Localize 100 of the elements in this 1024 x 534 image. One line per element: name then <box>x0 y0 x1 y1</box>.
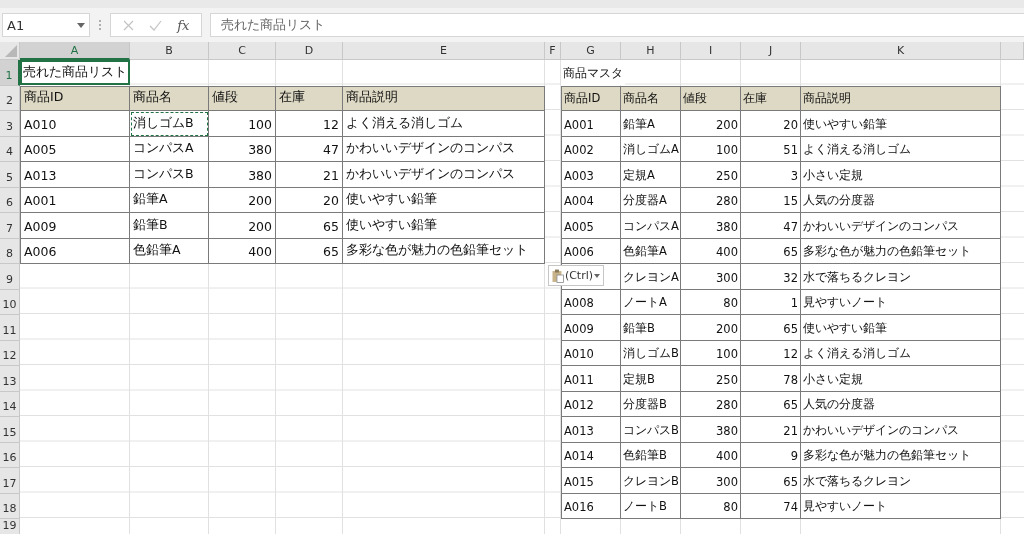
row-header[interactable]: 16 <box>0 442 20 468</box>
column-header[interactable]: J <box>741 42 801 60</box>
table-cell: 280 <box>681 187 741 213</box>
table-cell: 水で落ちるクレヨン <box>801 264 1001 290</box>
table-cell: A010 <box>20 111 130 137</box>
header-cell: 商品名 <box>130 85 209 111</box>
paste-options-button[interactable]: (Ctrl) <box>548 265 604 286</box>
formula-field[interactable]: 売れた商品リスト <box>210 13 1024 37</box>
row-header[interactable]: 9 <box>0 264 20 290</box>
table-cell: 水で落ちるクレヨン <box>801 468 1001 494</box>
row-header[interactable]: 17 <box>0 468 20 494</box>
table-cell: 400 <box>681 238 741 264</box>
table-cell: 65 <box>741 391 801 417</box>
table-cell: 定規B <box>621 366 681 392</box>
table-cell: 200 <box>209 213 276 239</box>
table-cell: 380 <box>209 162 276 188</box>
header-cell: 商品説明 <box>343 85 545 111</box>
column-header[interactable]: E <box>343 42 545 60</box>
table-cell: A008 <box>561 289 621 315</box>
table-title[interactable]: 商品マスタ <box>561 60 625 85</box>
column-header[interactable]: G <box>561 42 621 60</box>
row-header[interactable]: 15 <box>0 417 20 443</box>
row-header[interactable]: 13 <box>0 366 20 392</box>
table-cell: 色鉛筆A <box>621 238 681 264</box>
row-header[interactable]: 4 <box>0 136 20 162</box>
table-cell: 65 <box>741 468 801 494</box>
table-cell: 200 <box>209 187 276 213</box>
table-cell: 250 <box>681 366 741 392</box>
row-header[interactable]: 7 <box>0 213 20 239</box>
row-header[interactable]: 18 <box>0 493 20 519</box>
table-cell: 100 <box>681 340 741 366</box>
column-header[interactable]: A <box>20 42 130 60</box>
table-cell: 人気の分度器 <box>801 391 1001 417</box>
table-cell: A009 <box>20 213 130 239</box>
column-header[interactable]: C <box>209 42 276 60</box>
select-all-button[interactable] <box>0 42 20 60</box>
table-cell: 32 <box>741 264 801 290</box>
table-cell: クレヨンB <box>621 468 681 494</box>
row-header[interactable]: 12 <box>0 340 20 366</box>
table-cell: A012 <box>561 391 621 417</box>
column-header[interactable]: H <box>621 42 681 60</box>
name-box[interactable]: A1 <box>2 13 90 37</box>
table-cell: 200 <box>681 111 741 137</box>
table-cell: 380 <box>209 136 276 162</box>
column-header[interactable]: F <box>545 42 561 60</box>
table-cell: A009 <box>561 315 621 341</box>
table-cell: A003 <box>561 162 621 188</box>
table-cell: 分度器B <box>621 391 681 417</box>
clipboard-icon <box>552 268 564 283</box>
row-header[interactable]: 8 <box>0 238 20 264</box>
table-cell: 47 <box>276 136 343 162</box>
table-title[interactable]: 売れた商品リスト <box>20 60 130 85</box>
table-cell: A013 <box>561 417 621 443</box>
header-cell: 値段 <box>681 85 741 111</box>
table-cell: かわいいデザインのコンパス <box>343 136 545 162</box>
row-header[interactable]: 6 <box>0 187 20 213</box>
table-cell: 65 <box>741 238 801 264</box>
table-cell: 見やすいノート <box>801 493 1001 519</box>
table-cell: 定規A <box>621 162 681 188</box>
table-cell: A010 <box>561 340 621 366</box>
table-cell: 380 <box>681 213 741 239</box>
column-header[interactable] <box>1001 42 1024 60</box>
table-cell: A001 <box>20 187 130 213</box>
row-header[interactable]: 11 <box>0 315 20 341</box>
table-cell: 250 <box>681 162 741 188</box>
column-header[interactable]: K <box>801 42 1001 60</box>
header-cell: 在庫 <box>276 85 343 111</box>
row-header[interactable]: 14 <box>0 391 20 417</box>
row-header[interactable]: 1 <box>0 60 20 86</box>
table-cell: 21 <box>276 162 343 188</box>
row-header[interactable]: 19 <box>0 519 20 534</box>
column-header[interactable]: B <box>130 42 209 60</box>
table-cell: 鉛筆A <box>130 187 209 213</box>
table-cell: 20 <box>741 111 801 137</box>
table-cell: 使いやすい鉛筆 <box>343 213 545 239</box>
table-cell: ノートA <box>621 289 681 315</box>
row-header[interactable]: 2 <box>0 85 20 111</box>
table-cell: 消しゴムB <box>621 340 681 366</box>
select-all-icon[interactable] <box>5 45 17 57</box>
row-header[interactable]: 3 <box>0 111 20 137</box>
table-cell: かわいいデザインのコンパス <box>801 417 1001 443</box>
column-header[interactable]: D <box>276 42 343 60</box>
table-cell: 使いやすい鉛筆 <box>343 187 545 213</box>
table-cell: 80 <box>681 289 741 315</box>
table-cell: A002 <box>561 136 621 162</box>
table-cell: コンパスB <box>621 417 681 443</box>
column-header[interactable]: I <box>681 42 741 60</box>
row-header[interactable]: 10 <box>0 289 20 315</box>
caret-icon[interactable] <box>77 22 85 28</box>
table-cell: 多彩な色が魅力の色鉛筆セット <box>343 238 545 264</box>
table-cell: よく消える消しゴム <box>801 340 1001 366</box>
table-cell: A006 <box>20 238 130 264</box>
table-cell: コンパスA <box>130 136 209 162</box>
table-cell: A016 <box>561 493 621 519</box>
row-header[interactable]: 5 <box>0 162 20 188</box>
table-cell: 78 <box>741 366 801 392</box>
table-cell: 15 <box>741 187 801 213</box>
table-cell: A005 <box>20 136 130 162</box>
insert-function-button[interactable]: fx <box>177 17 190 33</box>
table-cell: コンパスA <box>621 213 681 239</box>
